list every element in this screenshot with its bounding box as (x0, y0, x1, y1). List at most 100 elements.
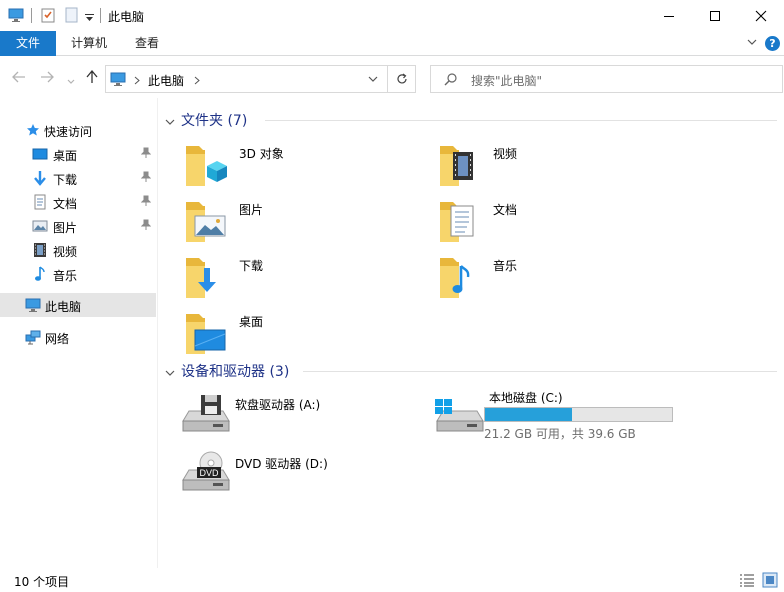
sidebar-item-videos[interactable]: 视频 (0, 238, 156, 262)
search-box[interactable]: 搜索"此电脑" (430, 65, 783, 93)
computer-icon (8, 7, 24, 26)
large-icons-view-icon[interactable] (762, 572, 778, 588)
sidebar-item-label: 下载 (53, 173, 78, 187)
folder-music[interactable]: 音乐 (437, 252, 677, 308)
downloads-folder-icon (186, 258, 216, 298)
disk-usage-fill (485, 408, 572, 421)
minimize-icon (664, 15, 674, 17)
sidebar-item-label: 桌面 (53, 149, 78, 163)
close-button[interactable] (738, 0, 784, 31)
status-bar: 10 个项目 (0, 568, 784, 592)
folder-3d-objects[interactable]: 3D 对象 (183, 140, 423, 196)
sidebar-item-label: 快速访问 (44, 125, 93, 139)
sidebar-item-label: 图片 (53, 221, 78, 235)
star-icon (24, 121, 42, 139)
disk-usage-bar (484, 407, 673, 422)
address-history-button[interactable] (361, 66, 385, 92)
recent-locations-chevron-icon[interactable] (67, 74, 75, 88)
customize-dropdown-icon[interactable] (85, 11, 94, 25)
folder-pictures[interactable]: 图片 (183, 196, 423, 252)
download-arrow-icon (31, 169, 49, 187)
drive-name: 本地磁盘 (C:) (489, 391, 563, 405)
pin-icon (140, 171, 152, 186)
pin-icon (140, 147, 152, 162)
film-icon (31, 241, 49, 259)
tab-computer[interactable]: 计算机 (58, 31, 120, 56)
content-pane: 文件夹 (7) 3D 对象 视频 图片 文档 下载 音乐 桌面 设备和驱动器 (… (159, 98, 784, 568)
folder-documents[interactable]: 文档 (437, 196, 677, 252)
chevron-down-icon[interactable] (165, 366, 175, 380)
folder-name: 桌面 (239, 315, 264, 329)
pin-icon (140, 195, 152, 210)
folder-name: 下载 (239, 259, 264, 273)
document-icon (31, 193, 49, 211)
refresh-icon (396, 73, 407, 84)
forward-arrow-icon[interactable] (40, 71, 54, 86)
folder-name: 音乐 (493, 259, 518, 273)
drive-free-space: 21.2 GB 可用，共 39.6 GB (484, 427, 636, 441)
drive-dvd-d[interactable]: DVD DVD 驱动器 (D:) (179, 450, 419, 506)
folder-downloads[interactable]: 下载 (183, 252, 423, 308)
group-header-devices[interactable]: 设备和驱动器 (3) (165, 361, 777, 381)
pictures-folder-icon (186, 202, 226, 242)
window-title: 此电脑 (108, 10, 145, 24)
chevron-right-icon[interactable] (134, 74, 140, 88)
minimize-button[interactable] (646, 0, 692, 31)
refresh-button[interactable] (387, 66, 415, 92)
tab-file[interactable]: 文件 (0, 31, 56, 56)
dvd-badge: DVD (199, 468, 219, 478)
maximize-icon (710, 10, 720, 21)
close-icon (755, 10, 767, 21)
chevron-down-icon[interactable] (165, 115, 175, 129)
title-bar: 此电脑 (0, 0, 784, 31)
sidebar-item-quick-access[interactable]: 快速访问 (0, 118, 156, 142)
group-title: 设备和驱动器 (3) (181, 364, 290, 380)
desktop-icon (31, 145, 49, 163)
floppy-drive-icon (182, 395, 230, 432)
divider (265, 120, 777, 121)
videos-folder-icon (440, 146, 473, 186)
pin-icon (140, 219, 152, 234)
divider (303, 371, 777, 372)
computer-icon (24, 296, 42, 314)
tab-view[interactable]: 查看 (126, 31, 168, 56)
details-view-icon[interactable] (739, 572, 755, 588)
address-bar[interactable]: 此电脑 (105, 65, 416, 93)
computer-icon (110, 71, 126, 90)
navigation-pane: 快速访问 桌面 下载 文档 图片 视频 音乐 此电脑 网络 (0, 98, 158, 568)
folder-name: 3D 对象 (239, 147, 284, 161)
sidebar-item-label: 音乐 (53, 269, 78, 283)
music-folder-icon (440, 258, 470, 298)
sidebar-item-network[interactable]: 网络 (0, 325, 156, 349)
folder-videos[interactable]: 视频 (437, 140, 677, 196)
properties-icon[interactable] (40, 7, 56, 26)
up-arrow-icon[interactable] (86, 69, 98, 87)
folder-name: 文档 (493, 203, 518, 217)
search-placeholder[interactable]: 搜索"此电脑" (471, 72, 542, 89)
help-icon[interactable]: ? (765, 36, 780, 51)
sidebar-item-label: 视频 (53, 245, 78, 259)
sidebar-item-music[interactable]: 音乐 (0, 262, 156, 286)
folder-desktop[interactable]: 桌面 (183, 308, 423, 364)
sidebar-item-desktop[interactable]: 桌面 (0, 142, 156, 166)
drive-floppy-a[interactable]: 软盘驱动器 (A:) (179, 391, 419, 447)
ribbon: 文件 计算机 查看 ? (0, 31, 784, 56)
desktop-folder-icon (186, 314, 226, 354)
breadcrumb-this-pc[interactable]: 此电脑 (148, 72, 184, 89)
picture-icon (31, 217, 49, 235)
sidebar-item-pictures[interactable]: 图片 (0, 214, 156, 238)
drive-name: DVD 驱动器 (D:) (235, 457, 328, 471)
sidebar-item-this-pc[interactable]: 此电脑 (0, 293, 156, 317)
sidebar-item-documents[interactable]: 文档 (0, 190, 156, 214)
new-folder-icon[interactable] (64, 7, 80, 26)
back-arrow-icon[interactable] (12, 71, 26, 86)
chevron-right-icon[interactable] (194, 74, 200, 88)
3d-objects-folder-icon (186, 146, 227, 186)
folder-name: 图片 (239, 203, 264, 217)
expand-ribbon-icon[interactable] (746, 36, 758, 51)
sidebar-item-label: 网络 (45, 332, 70, 346)
sidebar-item-downloads[interactable]: 下载 (0, 166, 156, 190)
maximize-button[interactable] (692, 0, 738, 31)
group-header-folders[interactable]: 文件夹 (7) (165, 110, 777, 130)
chevron-down-icon (368, 76, 378, 82)
